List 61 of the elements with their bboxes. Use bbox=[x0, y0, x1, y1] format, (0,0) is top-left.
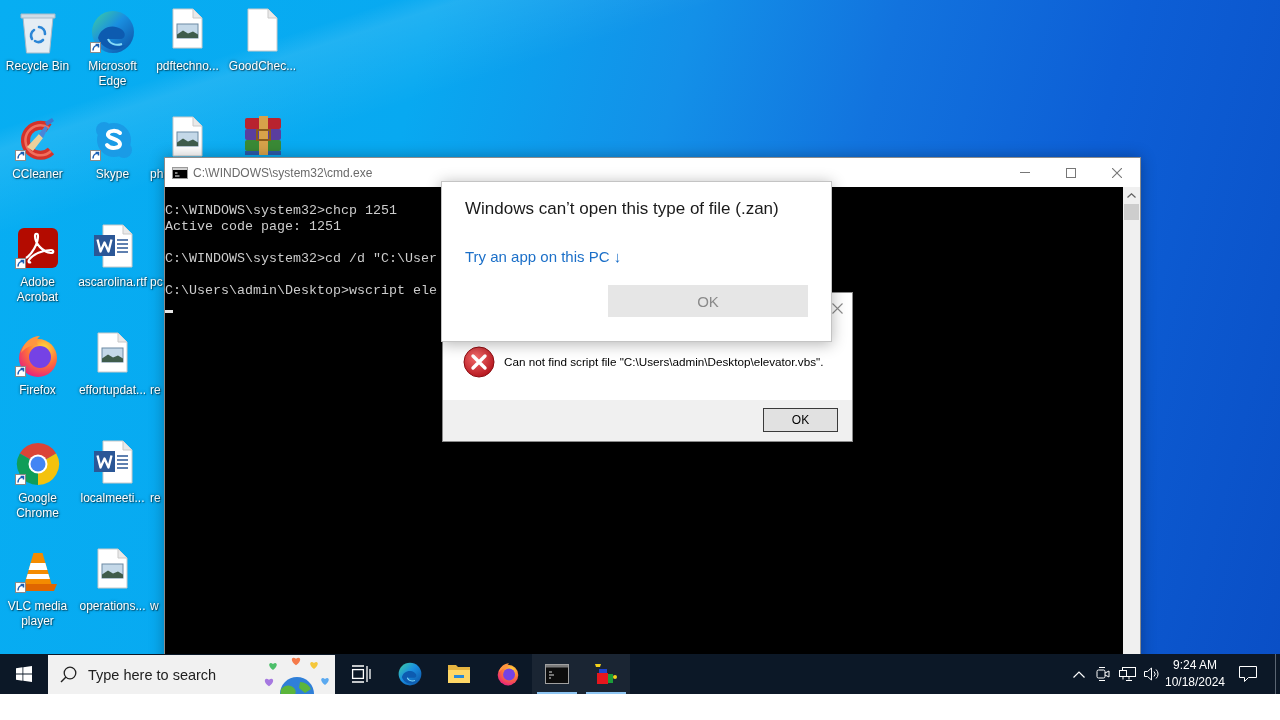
desktop-icon-label[interactable]: Firefox bbox=[17, 383, 58, 398]
monitor-icon bbox=[1118, 666, 1136, 682]
desktop-icon-label[interactable]: localmeeti... bbox=[78, 491, 147, 506]
terminal-icon bbox=[172, 166, 188, 179]
close-icon bbox=[1112, 167, 1122, 178]
word-document-icon[interactable] bbox=[92, 440, 133, 484]
speech-bubble-icon bbox=[1238, 665, 1257, 683]
edge-icon bbox=[396, 661, 423, 687]
desktop-icon-label[interactable]: effortupdat... bbox=[76, 383, 149, 398]
minimize-icon bbox=[1020, 172, 1030, 173]
video-camera-icon bbox=[1096, 666, 1110, 682]
desktop-icon-label[interactable]: pc bbox=[150, 275, 163, 290]
window-title: C:\WINDOWS\system32\cmd.exe bbox=[193, 165, 373, 180]
image-file-icon[interactable] bbox=[97, 332, 128, 373]
scrollbar-thumb[interactable] bbox=[1124, 204, 1139, 220]
desktop-icon-label[interactable]: Google Chrome bbox=[0, 491, 75, 521]
search-box[interactable]: Type here to search bbox=[48, 655, 335, 694]
desktop-icon-label[interactable]: w bbox=[150, 599, 159, 614]
search-input[interactable]: Type here to search bbox=[88, 666, 228, 683]
terminal-icon bbox=[544, 664, 569, 684]
console-line: C:\WINDOWS\system32>chcp 1251 bbox=[165, 203, 397, 219]
image-file-icon[interactable] bbox=[172, 8, 203, 49]
task-view-icon bbox=[350, 665, 371, 683]
blank-file-icon[interactable] bbox=[247, 8, 278, 52]
error-message: Can not find script file "C:\Users\admin\Desktop\elevator.vbs". bbox=[504, 355, 824, 368]
desktop-icon-label[interactable]: re bbox=[150, 383, 161, 398]
desktop-icon-label[interactable]: VLC media player bbox=[0, 599, 75, 629]
desktop-icon-label[interactable]: Recycle Bin bbox=[3, 59, 72, 74]
folder-icon bbox=[446, 664, 471, 684]
speaker-icon bbox=[1142, 666, 1160, 682]
windows-logo-icon bbox=[16, 666, 32, 682]
taskbar-button[interactable] bbox=[581, 654, 630, 694]
desktop-icon-label[interactable]: CCleaner bbox=[10, 167, 65, 182]
error-icon bbox=[463, 345, 495, 378]
desktop-icon-label[interactable]: operations... bbox=[77, 599, 148, 614]
chevron-up-icon bbox=[1073, 670, 1085, 678]
desktop-icon-label[interactable]: ph bbox=[150, 167, 164, 182]
taskbar-button[interactable] bbox=[532, 654, 581, 694]
scrollbar[interactable] bbox=[1123, 187, 1140, 654]
dialog-title: Windows can’t open this type of file (.zan) bbox=[465, 199, 779, 219]
desktop-icon-label[interactable]: Microsoft Edge bbox=[75, 59, 150, 89]
chevron-up-icon[interactable] bbox=[1127, 193, 1136, 198]
word-document-icon[interactable] bbox=[92, 224, 133, 268]
desktop-icon-label[interactable]: GoodChec... bbox=[226, 59, 299, 74]
image-file-icon[interactable] bbox=[97, 548, 128, 589]
search-icon bbox=[60, 666, 77, 683]
desktop-icon-label[interactable]: Skype bbox=[93, 167, 132, 182]
console-line: C:\WINDOWS\system32>cd /d "C:\User bbox=[165, 251, 437, 267]
ok-button[interactable]: OK bbox=[763, 408, 838, 432]
clock[interactable]: 9:24 AM 10/18/2024 bbox=[1163, 654, 1227, 694]
colored-blocks-icon bbox=[593, 663, 618, 685]
desktop-icon-label[interactable]: Adobe Acrobat bbox=[0, 275, 75, 305]
desktop-icon-label[interactable]: ascarolina.rtf bbox=[76, 275, 149, 290]
console-line: C:\Users\admin\Desktop>wscript ele bbox=[165, 283, 437, 299]
desktop-icon-label[interactable]: pdftechno... bbox=[154, 59, 221, 74]
console-line: Active code page: 1251 bbox=[165, 219, 341, 235]
app-link[interactable]: Try an app on this PC ↓ bbox=[465, 247, 622, 267]
close-icon[interactable] bbox=[832, 302, 843, 314]
image-file-icon[interactable] bbox=[172, 116, 203, 157]
desktop-icon-label[interactable]: re bbox=[150, 491, 161, 506]
maximize-icon bbox=[1066, 167, 1076, 178]
